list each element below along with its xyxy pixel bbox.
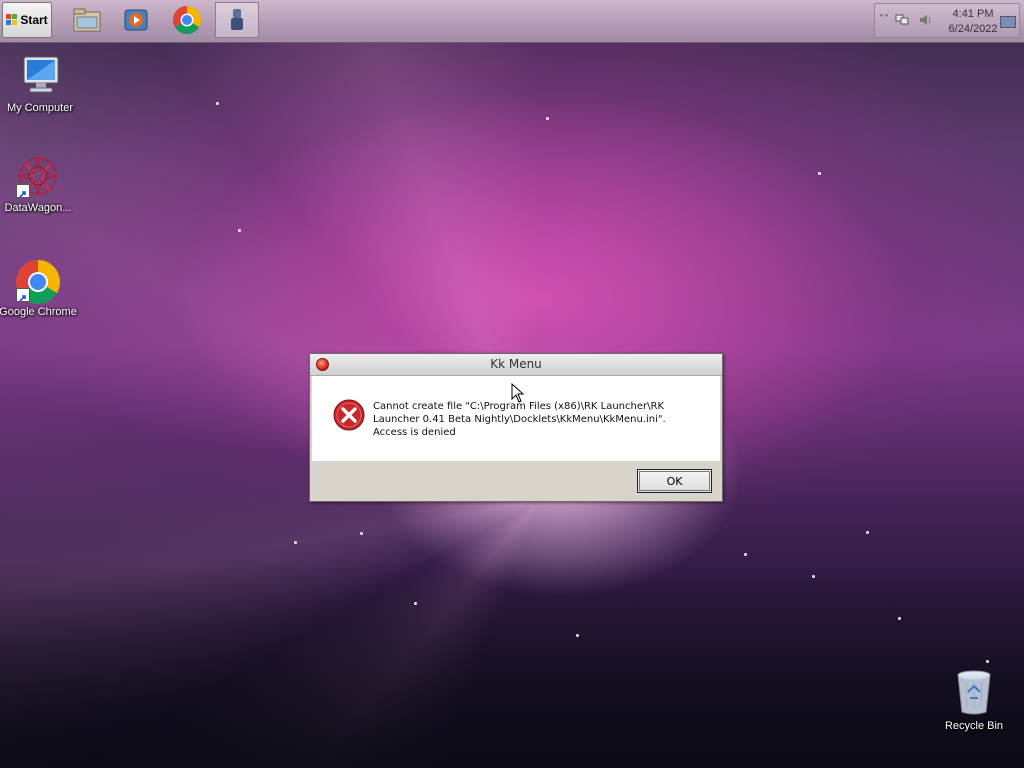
folder-icon	[73, 8, 101, 32]
shortcut-arrow-icon	[16, 184, 30, 198]
show-desktop-icon[interactable]	[1000, 16, 1016, 28]
star	[744, 553, 747, 556]
taskbar-clock[interactable]: 4:41 PM 6/24/2022	[943, 7, 1003, 37]
star	[576, 634, 579, 637]
desktop-icon-datawagon[interactable]: DataWagon...	[0, 154, 78, 214]
star	[294, 541, 297, 544]
star	[986, 660, 989, 663]
ok-button[interactable]: OK	[637, 469, 712, 493]
desktop-icon-recycle-bin[interactable]: Recycle Bin	[934, 668, 1014, 732]
taskbar-media-player[interactable]	[119, 3, 153, 37]
taskbar-google-chrome[interactable]	[170, 3, 204, 37]
star	[360, 532, 363, 535]
error-message: Cannot create file "C:\Program Files (x8…	[373, 401, 666, 438]
chrome-icon	[173, 6, 201, 34]
desktop-icon-label: Recycle Bin	[944, 720, 1004, 732]
error-dialog: Kk Menu Cannot create file "C:\Program F…	[309, 353, 723, 502]
taskbar-file-explorer[interactable]	[70, 3, 104, 37]
clock-time: 4:41 PM	[952, 8, 994, 20]
desktop-icon-my-computer[interactable]: My Computer	[0, 54, 80, 114]
mouse-cursor-icon	[511, 383, 525, 403]
star	[866, 531, 869, 534]
start-label: Start	[20, 13, 48, 27]
star	[546, 117, 549, 120]
star	[812, 575, 815, 578]
dialog-title: Kk Menu	[490, 357, 542, 371]
tray-expand-chevron-icon[interactable]: ˅˅	[879, 14, 889, 25]
volume-icon[interactable]	[919, 14, 933, 26]
start-button[interactable]: Start	[2, 2, 52, 38]
desktop-icon-google-chrome[interactable]: Google Chrome	[0, 258, 78, 318]
star	[238, 229, 241, 232]
desktop-icon-label: DataWagon...	[4, 202, 72, 214]
launcher-figure-icon	[231, 9, 243, 30]
desktop-icon-label: My Computer	[6, 102, 74, 114]
star	[818, 172, 821, 175]
star	[414, 602, 417, 605]
shortcut-arrow-icon	[16, 288, 30, 302]
star	[216, 102, 219, 105]
dialog-titlebar[interactable]: Kk Menu	[310, 354, 722, 376]
media-player-icon	[124, 9, 148, 31]
taskbar-rk-launcher[interactable]	[215, 2, 259, 38]
recycle-bin-icon	[957, 670, 991, 715]
error-icon	[333, 399, 365, 431]
windows-logo-icon	[6, 14, 18, 26]
clock-date: 6/24/2022	[948, 23, 998, 35]
computer-icon	[23, 56, 59, 93]
star	[898, 617, 901, 620]
taskbar: Start ˅˅ 4:41 PM 6/24/2022	[0, 0, 1024, 43]
system-tray: ˅˅ 4:41 PM 6/24/2022	[874, 3, 1020, 38]
desktop-icon-label: Google Chrome	[0, 306, 77, 318]
wallpaper-bottom	[0, 560, 1024, 768]
network-icon[interactable]	[895, 14, 909, 26]
